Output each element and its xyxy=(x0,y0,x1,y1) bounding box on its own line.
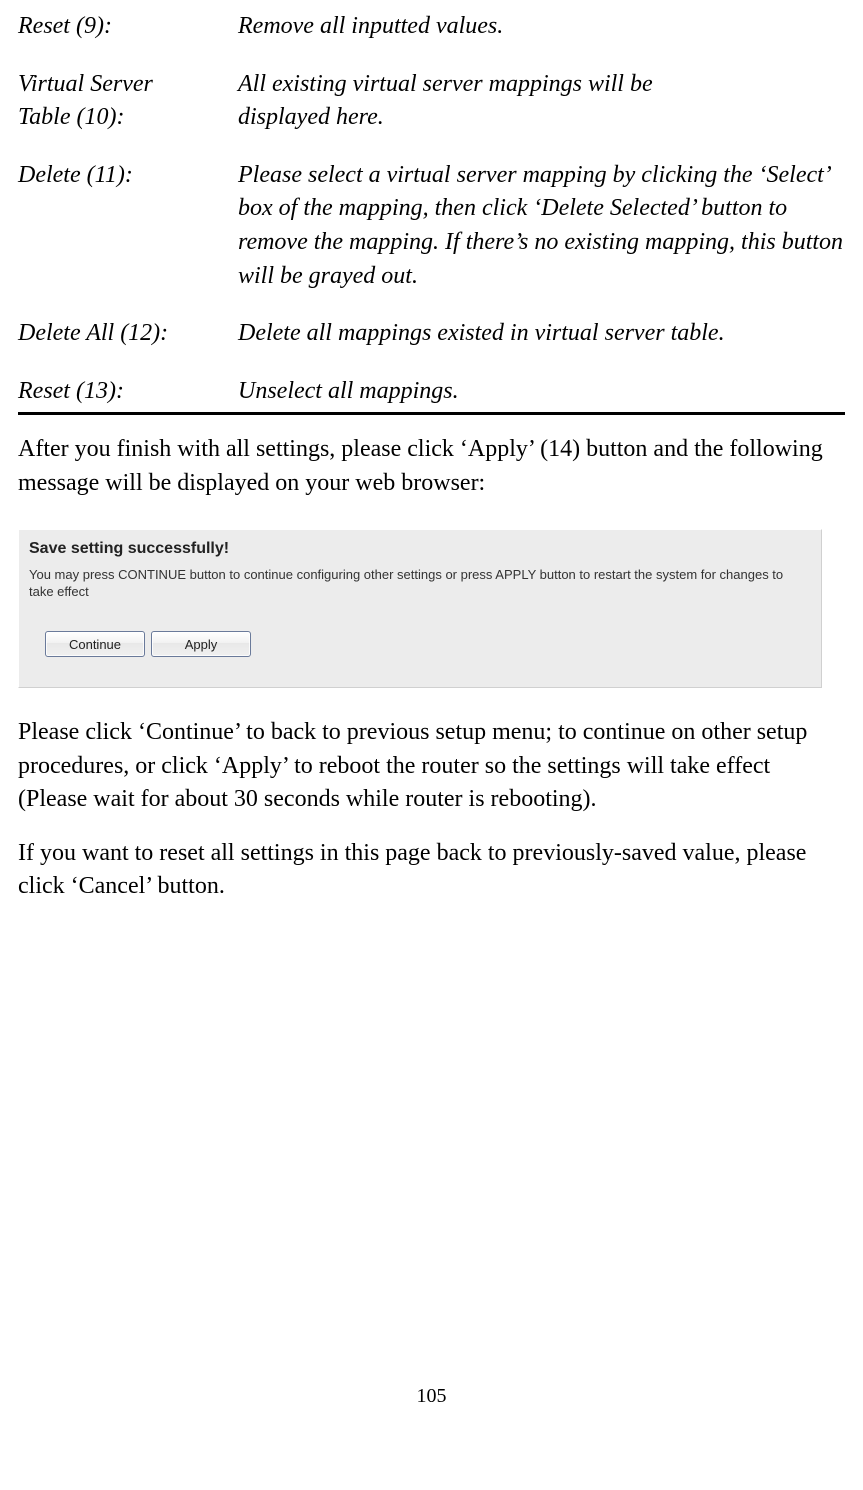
definition-row: Virtual Server Table (10): All existing … xyxy=(18,68,845,135)
dialog-title: Save setting successfully! xyxy=(19,530,821,562)
desc-reset-9: Remove all inputted values. xyxy=(238,10,845,44)
term-delete-11: Delete (11): xyxy=(18,159,238,293)
term-virtual-server-table: Virtual Server Table (10): xyxy=(18,68,238,135)
apply-button[interactable]: Apply xyxy=(151,631,251,657)
definitions-table: Reset (9): Remove all inputted values. V… xyxy=(18,10,845,408)
after-settings-paragraph: After you finish with all settings, plea… xyxy=(18,433,845,500)
definition-row: Reset (13): Unselect all mappings. xyxy=(18,375,845,409)
horizontal-rule xyxy=(18,412,845,415)
continue-button[interactable]: Continue xyxy=(45,631,145,657)
page-number: 105 xyxy=(18,1382,845,1410)
desc-delete-all-12: Delete all mappings existed in virtual s… xyxy=(238,317,845,351)
cancel-paragraph: If you want to reset all settings in thi… xyxy=(18,837,845,904)
definition-row: Delete (11): Please select a virtual ser… xyxy=(18,159,845,293)
definition-row: Delete All (12): Delete all mappings exi… xyxy=(18,317,845,351)
save-setting-dialog: Save setting successfully! You may press… xyxy=(18,529,822,688)
term-delete-all-12: Delete All (12): xyxy=(18,317,238,351)
dialog-buttons-row: Continue Apply xyxy=(19,607,821,687)
definition-row: Reset (9): Remove all inputted values. xyxy=(18,10,845,44)
desc-reset-13: Unselect all mappings. xyxy=(238,375,845,409)
continue-apply-paragraph: Please click ‘Continue’ to back to previ… xyxy=(18,716,845,817)
dialog-description: You may press CONTINUE button to continu… xyxy=(19,562,799,607)
term-reset-9: Reset (9): xyxy=(18,10,238,44)
desc-delete-11: Please select a virtual server mapping b… xyxy=(238,159,845,293)
desc-virtual-server-table: All existing virtual server mappings wil… xyxy=(238,68,845,135)
term-reset-13: Reset (13): xyxy=(18,375,238,409)
